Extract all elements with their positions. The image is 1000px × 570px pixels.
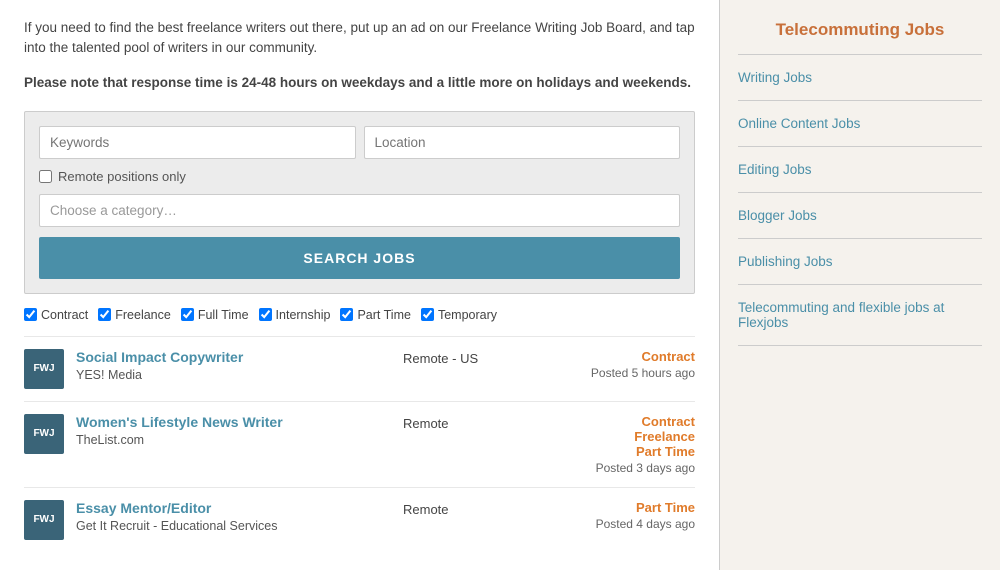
notice-paragraph: Please note that response time is 24-48 … [24,73,695,93]
sidebar-divider [738,284,982,285]
job-company: TheList.com [76,433,391,447]
job-title-link[interactable]: Essay Mentor/Editor [76,500,391,516]
sidebar-link[interactable]: Writing Jobs [738,63,982,92]
filter-checkbox-internship[interactable] [259,308,272,321]
job-type: Contract [555,349,695,364]
main-content: If you need to find the best freelance w… [0,0,720,570]
sidebar-divider [738,54,982,55]
category-select[interactable]: Choose a category… [39,194,680,227]
job-meta: Contract Posted 5 hours ago [555,349,695,380]
filter-label: Part Time [357,308,411,322]
job-info: Essay Mentor/Editor Get It Recruit - Educ… [76,500,391,533]
sidebar-divider [738,192,982,193]
intro-paragraph: If you need to find the best freelance w… [24,18,695,59]
sidebar: Telecommuting Jobs Writing Jobs Online Co… [720,0,1000,570]
job-listings: FWJ Social Impact Copywriter YES! Media Rem… [24,336,695,552]
remote-checkbox[interactable] [39,170,52,183]
job-posted: Posted 5 hours ago [555,366,695,380]
sidebar-link[interactable]: Online Content Jobs [738,109,982,138]
job-location: Remote - US [403,349,543,366]
job-posted: Posted 3 days ago [555,461,695,475]
filter-checkbox-contract[interactable] [24,308,37,321]
job-meta: ContractFreelancePart Time Posted 3 days … [555,414,695,475]
sidebar-links: Writing Jobs Online Content Jobs Editing J… [738,63,982,346]
job-company: YES! Media [76,368,391,382]
job-type: Contract [555,414,695,429]
filter-label: Full Time [198,308,249,322]
job-listing: FWJ Social Impact Copywriter YES! Media Rem… [24,336,695,401]
location-input[interactable] [364,126,681,159]
sidebar-title: Telecommuting Jobs [738,20,982,40]
sidebar-divider [738,146,982,147]
job-company: Get It Recruit - Educational Services [76,519,391,533]
job-type: Part Time [555,500,695,515]
sidebar-divider [738,100,982,101]
sidebar-link[interactable]: Editing Jobs [738,155,982,184]
filter-checkbox-freelance[interactable] [98,308,111,321]
keywords-input[interactable] [39,126,356,159]
job-listing: FWJ Essay Mentor/Editor Get It Recruit - E… [24,487,695,552]
filter-item-full-time: Full Time [181,308,249,322]
job-posted: Posted 4 days ago [555,517,695,531]
filter-checkbox-temporary[interactable] [421,308,434,321]
job-listing: FWJ Women's Lifestyle News Writer TheList.… [24,401,695,487]
sidebar-link[interactable]: Telecommuting and flexible jobs at Flexj… [738,293,982,337]
filter-label: Freelance [115,308,171,322]
filter-label: Internship [276,308,331,322]
filter-item-contract: Contract [24,308,88,322]
remote-label: Remote positions only [58,169,186,184]
sidebar-divider [738,238,982,239]
sidebar-link[interactable]: Blogger Jobs [738,201,982,230]
job-type: Part Time [555,444,695,459]
filter-item-part-time: Part Time [340,308,411,322]
job-type: Freelance [555,429,695,444]
filter-item-internship: Internship [259,308,331,322]
sidebar-link[interactable]: Publishing Jobs [738,247,982,276]
job-title-link[interactable]: Social Impact Copywriter [76,349,391,365]
search-form: Remote positions only Choose a category…… [24,111,695,294]
job-info: Women's Lifestyle News Writer TheList.com [76,414,391,447]
filter-row: Contract Freelance Full Time Internship Part… [24,308,695,322]
sidebar-divider [738,345,982,346]
filter-checkbox-full-time[interactable] [181,308,194,321]
job-logo: FWJ [24,414,64,454]
job-location: Remote [403,500,543,517]
job-logo: FWJ [24,500,64,540]
job-location: Remote [403,414,543,431]
filter-checkbox-part-time[interactable] [340,308,353,321]
filter-item-freelance: Freelance [98,308,171,322]
filter-label: Contract [41,308,88,322]
job-title-link[interactable]: Women's Lifestyle News Writer [76,414,391,430]
filter-label: Temporary [438,308,497,322]
job-info: Social Impact Copywriter YES! Media [76,349,391,382]
job-logo: FWJ [24,349,64,389]
job-meta: Part Time Posted 4 days ago [555,500,695,531]
search-jobs-button[interactable]: SEARCH JOBS [39,237,680,279]
filter-item-temporary: Temporary [421,308,497,322]
